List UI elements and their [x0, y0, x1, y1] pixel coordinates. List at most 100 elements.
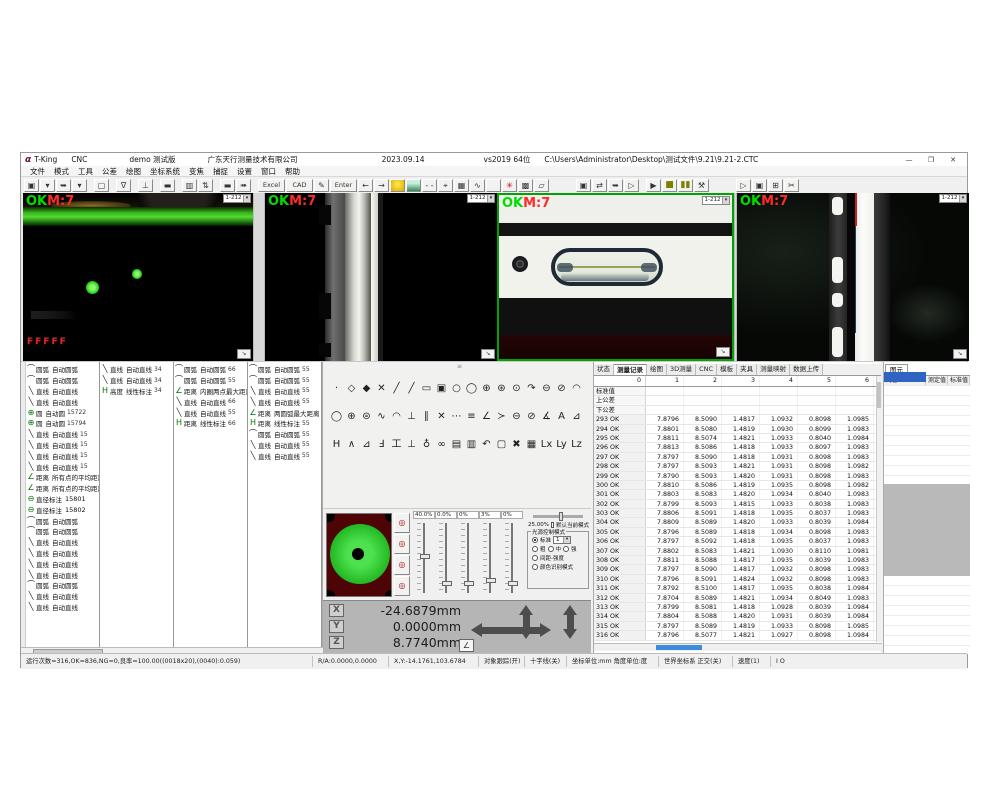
palette-tool-icon[interactable]: ⊛: [494, 382, 509, 396]
table-row[interactable]: 313 OK7.87998.50811.48181.09280.80391.09…: [594, 603, 877, 612]
jog-settings-button[interactable]: ∠: [459, 639, 474, 652]
palette-tool-icon[interactable]: ⊘: [554, 382, 569, 396]
zoom-button[interactable]: ⌖: [438, 179, 453, 192]
slider-thumb[interactable]: [486, 578, 496, 583]
palette-tool-icon[interactable]: ▣: [434, 382, 449, 396]
palette-tool-icon[interactable]: ∥: [419, 410, 434, 424]
palette-tool-icon[interactable]: ⊥: [404, 410, 419, 424]
feature-item[interactable]: ╲直线自动直线15: [26, 440, 99, 451]
open-button[interactable]: ➥: [56, 179, 71, 192]
save-button[interactable]: ▣: [24, 179, 39, 192]
palette-tool-icon[interactable]: Lz: [569, 438, 584, 452]
palette-tool-icon[interactable]: H: [329, 438, 344, 452]
tab-夹具[interactable]: 夹具: [737, 364, 757, 375]
feature-item[interactable]: ╲直线自动直线: [26, 386, 99, 397]
element-row[interactable]: [884, 636, 970, 646]
element-row[interactable]: [884, 606, 970, 616]
palette-tool-icon[interactable]: ╱: [389, 382, 404, 396]
light-channel-slider[interactable]: 40.0%: [413, 511, 435, 599]
radio-coarse[interactable]: [532, 546, 538, 552]
camera3-resize-grip-icon[interactable]: ↘: [716, 347, 730, 357]
table-row[interactable]: 297 OK7.87978.50901.48181.09310.80981.09…: [594, 453, 877, 462]
tool-c-button[interactable]: ▬: [220, 179, 235, 192]
table-hscrollbar[interactable]: [594, 643, 882, 651]
radio-medium[interactable]: [548, 546, 554, 552]
feature-item[interactable]: ⊖直径标注15802: [26, 504, 99, 515]
element-row[interactable]: [884, 386, 970, 396]
menu-item-设置[interactable]: 设置: [237, 166, 252, 177]
pause-button[interactable]: ▮▮: [678, 179, 693, 192]
curve-button[interactable]: ∿: [470, 179, 485, 192]
camera2-range-select[interactable]: 1-212▾: [467, 194, 495, 203]
blank-button[interactable]: [486, 179, 501, 192]
tab-测量映射[interactable]: 测量映射: [757, 364, 790, 375]
table-row[interactable]: 298 OK7.87978.50931.48211.09310.80981.09…: [594, 462, 877, 471]
ring-segment-button[interactable]: ◎: [394, 555, 410, 575]
feature-item[interactable]: ⊖直径标注15801: [26, 494, 99, 505]
element-row[interactable]: [884, 466, 970, 476]
halftone-button[interactable]: ▦: [454, 179, 469, 192]
tool-b-button[interactable]: ▥: [182, 179, 197, 192]
feature-item[interactable]: ╲直线自动直线15: [26, 429, 99, 440]
transfer-button[interactable]: ⇄: [592, 179, 607, 192]
palette-tool-icon[interactable]: ⊘: [524, 410, 539, 424]
feature-item[interactable]: ╲直线自动直线: [26, 396, 99, 407]
palette-tool-icon[interactable]: ◠: [569, 382, 584, 396]
feature-item[interactable]: ╲直线自动直线34: [100, 364, 173, 375]
tab-3D测量[interactable]: 3D测量: [667, 364, 696, 375]
table-row[interactable]: 314 OK7.88048.50881.48201.09310.80391.09…: [594, 612, 877, 621]
palette-tool-icon[interactable]: ◯: [464, 382, 479, 396]
light-channel-slider[interactable]: 0%: [501, 511, 523, 599]
palette-tool-icon[interactable]: ▭: [419, 382, 434, 396]
select-tool-button[interactable]: ▢: [94, 179, 109, 192]
feature-item[interactable]: ⌒圆弧自动圆弧: [26, 515, 99, 526]
feature-item[interactable]: ⌒圆弧自动圆弧55: [248, 375, 321, 386]
table-row[interactable]: 304 OK7.88098.50891.48201.09330.80391.09…: [594, 518, 877, 527]
tab-测量记录[interactable]: 测量记录: [614, 364, 647, 375]
palette-tool-icon[interactable]: ✕: [374, 382, 389, 396]
feature-item[interactable]: ╲直线自动直线15: [26, 450, 99, 461]
feature-item[interactable]: ⌒圆弧自动圆弧: [26, 580, 99, 591]
feature-item[interactable]: ╲直线自动直线55: [248, 396, 321, 407]
table-row[interactable]: 310 OK7.87968.50911.48241.09320.80981.09…: [594, 575, 877, 584]
run-button[interactable]: ▷: [624, 179, 639, 192]
camera-splitter[interactable]: [253, 193, 265, 361]
radio-standard[interactable]: [532, 537, 538, 543]
palette-tool-icon[interactable]: ◠: [389, 410, 404, 424]
feature-item[interactable]: ╲直线自动直线: [26, 602, 99, 613]
element-row[interactable]: [884, 416, 970, 426]
element-row[interactable]: [884, 626, 970, 636]
measure-gap-button[interactable]: - -: [422, 179, 437, 192]
menu-item-捕捉[interactable]: 捕捉: [213, 166, 228, 177]
feature-item[interactable]: ∠距离内圈两点最大距离: [174, 386, 247, 397]
tab-状态[interactable]: 状态: [594, 364, 614, 375]
menu-item-文件[interactable]: 文件: [30, 166, 45, 177]
feature-item[interactable]: ⌒圆弧自动圆弧55: [248, 364, 321, 375]
print-button[interactable]: ⊞: [768, 179, 783, 192]
feature-item[interactable]: ╲直线自动直线15: [26, 461, 99, 472]
prev-button[interactable]: ←: [358, 179, 373, 192]
slider-thumb[interactable]: [442, 581, 452, 586]
menu-item-绘图[interactable]: 绘图: [126, 166, 141, 177]
camera1-resize-grip-icon[interactable]: ↘: [237, 349, 251, 359]
standard-level-select[interactable]: 1▾: [553, 536, 571, 544]
radio-strong[interactable]: [563, 546, 569, 552]
palette-tool-icon[interactable]: ↷: [524, 382, 539, 396]
palette-tool-icon[interactable]: ⊕: [344, 410, 359, 424]
radio-color[interactable]: [532, 564, 538, 570]
feature-item[interactable]: ⌒圆弧自动圆弧: [26, 526, 99, 537]
master-light-slider[interactable]: [533, 515, 583, 518]
save-run-button[interactable]: ▣: [576, 179, 591, 192]
filter-button[interactable]: ∇: [116, 179, 131, 192]
ring-segment-button[interactable]: ◎: [394, 513, 410, 533]
palette-tool-icon[interactable]: ⊕: [479, 382, 494, 396]
radio-spacing[interactable]: [532, 555, 538, 561]
palette-tool-icon[interactable]: ∧: [344, 438, 359, 452]
palette-tool-icon[interactable]: 工: [389, 438, 404, 452]
run-to-end-button[interactable]: ▶: [646, 179, 661, 192]
draw-button[interactable]: ✎: [314, 179, 329, 192]
palette-tool-icon[interactable]: Lx: [539, 438, 554, 452]
palette-tool-icon[interactable]: ⊖: [539, 382, 554, 396]
palette-tool-icon[interactable]: ·: [329, 382, 344, 396]
jog-x-arrows[interactable]: [471, 623, 551, 637]
